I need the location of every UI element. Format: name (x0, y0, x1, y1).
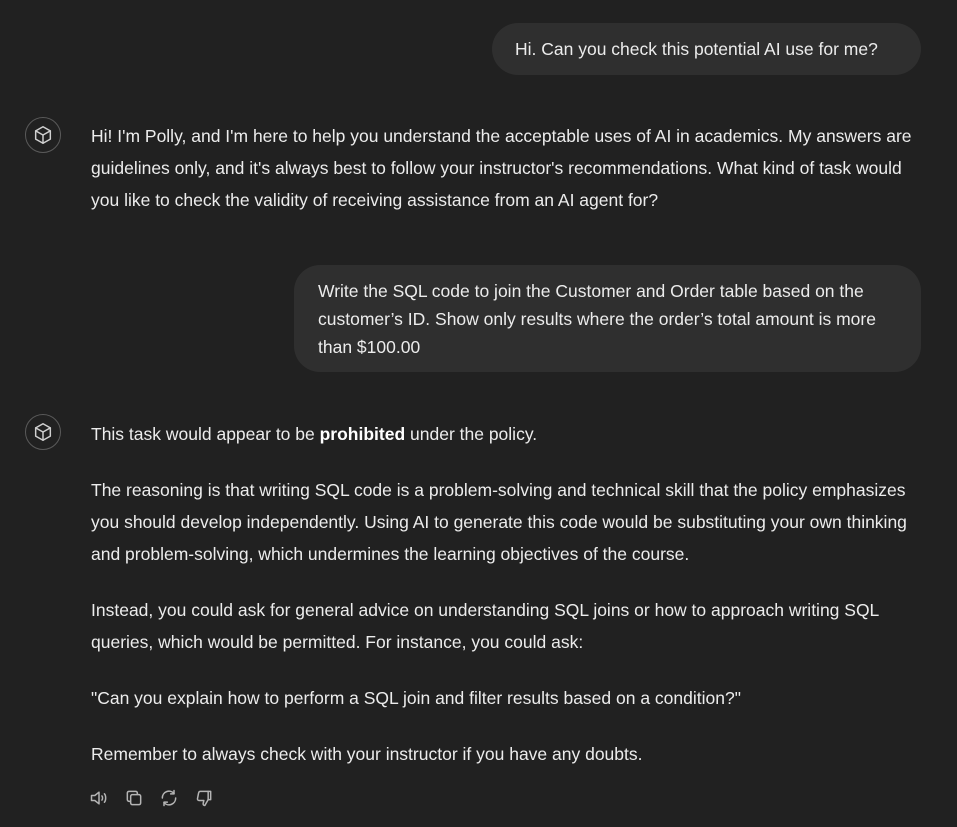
regenerate-button[interactable] (158, 787, 180, 809)
user-message: Write the SQL code to join the Customer … (294, 265, 921, 372)
message-action-bar (88, 787, 215, 809)
copy-button[interactable] (123, 787, 145, 809)
assistant-message-text: Hi! I'm Polly, and I'm here to help you … (91, 126, 912, 210)
cube-icon (32, 124, 54, 146)
verdict-suffix: under the policy. (405, 424, 538, 444)
assistant-avatar (25, 117, 61, 153)
chat-page: Hi. Can you check this potential AI use … (0, 0, 957, 827)
example-question-text: "Can you explain how to perform a SQL jo… (91, 688, 741, 708)
assistant-avatar (25, 414, 61, 450)
assistant-message: Hi! I'm Polly, and I'm here to help you … (91, 120, 926, 216)
verdict-text: This task would appear to be prohibited … (91, 418, 926, 450)
cube-icon (32, 421, 54, 443)
alternative-text: Instead, you could ask for general advic… (91, 600, 879, 652)
reasoning-text: The reasoning is that writing SQL code i… (91, 480, 907, 564)
thumbs-down-button[interactable] (193, 787, 215, 809)
user-message-text: Write the SQL code to join the Customer … (318, 281, 876, 357)
thumbs-down-icon (194, 788, 214, 808)
user-message: Hi. Can you check this potential AI use … (492, 23, 921, 75)
read-aloud-button[interactable] (88, 787, 110, 809)
speaker-icon (89, 788, 109, 808)
assistant-message: This task would appear to be prohibited … (91, 418, 926, 770)
verdict-prefix: This task would appear to be (91, 424, 320, 444)
verdict-bold: prohibited (319, 424, 406, 444)
copy-icon (124, 788, 144, 808)
regenerate-icon (159, 788, 179, 808)
reminder-text: Remember to always check with your instr… (91, 744, 643, 764)
user-message-text: Hi. Can you check this potential AI use … (515, 39, 878, 59)
